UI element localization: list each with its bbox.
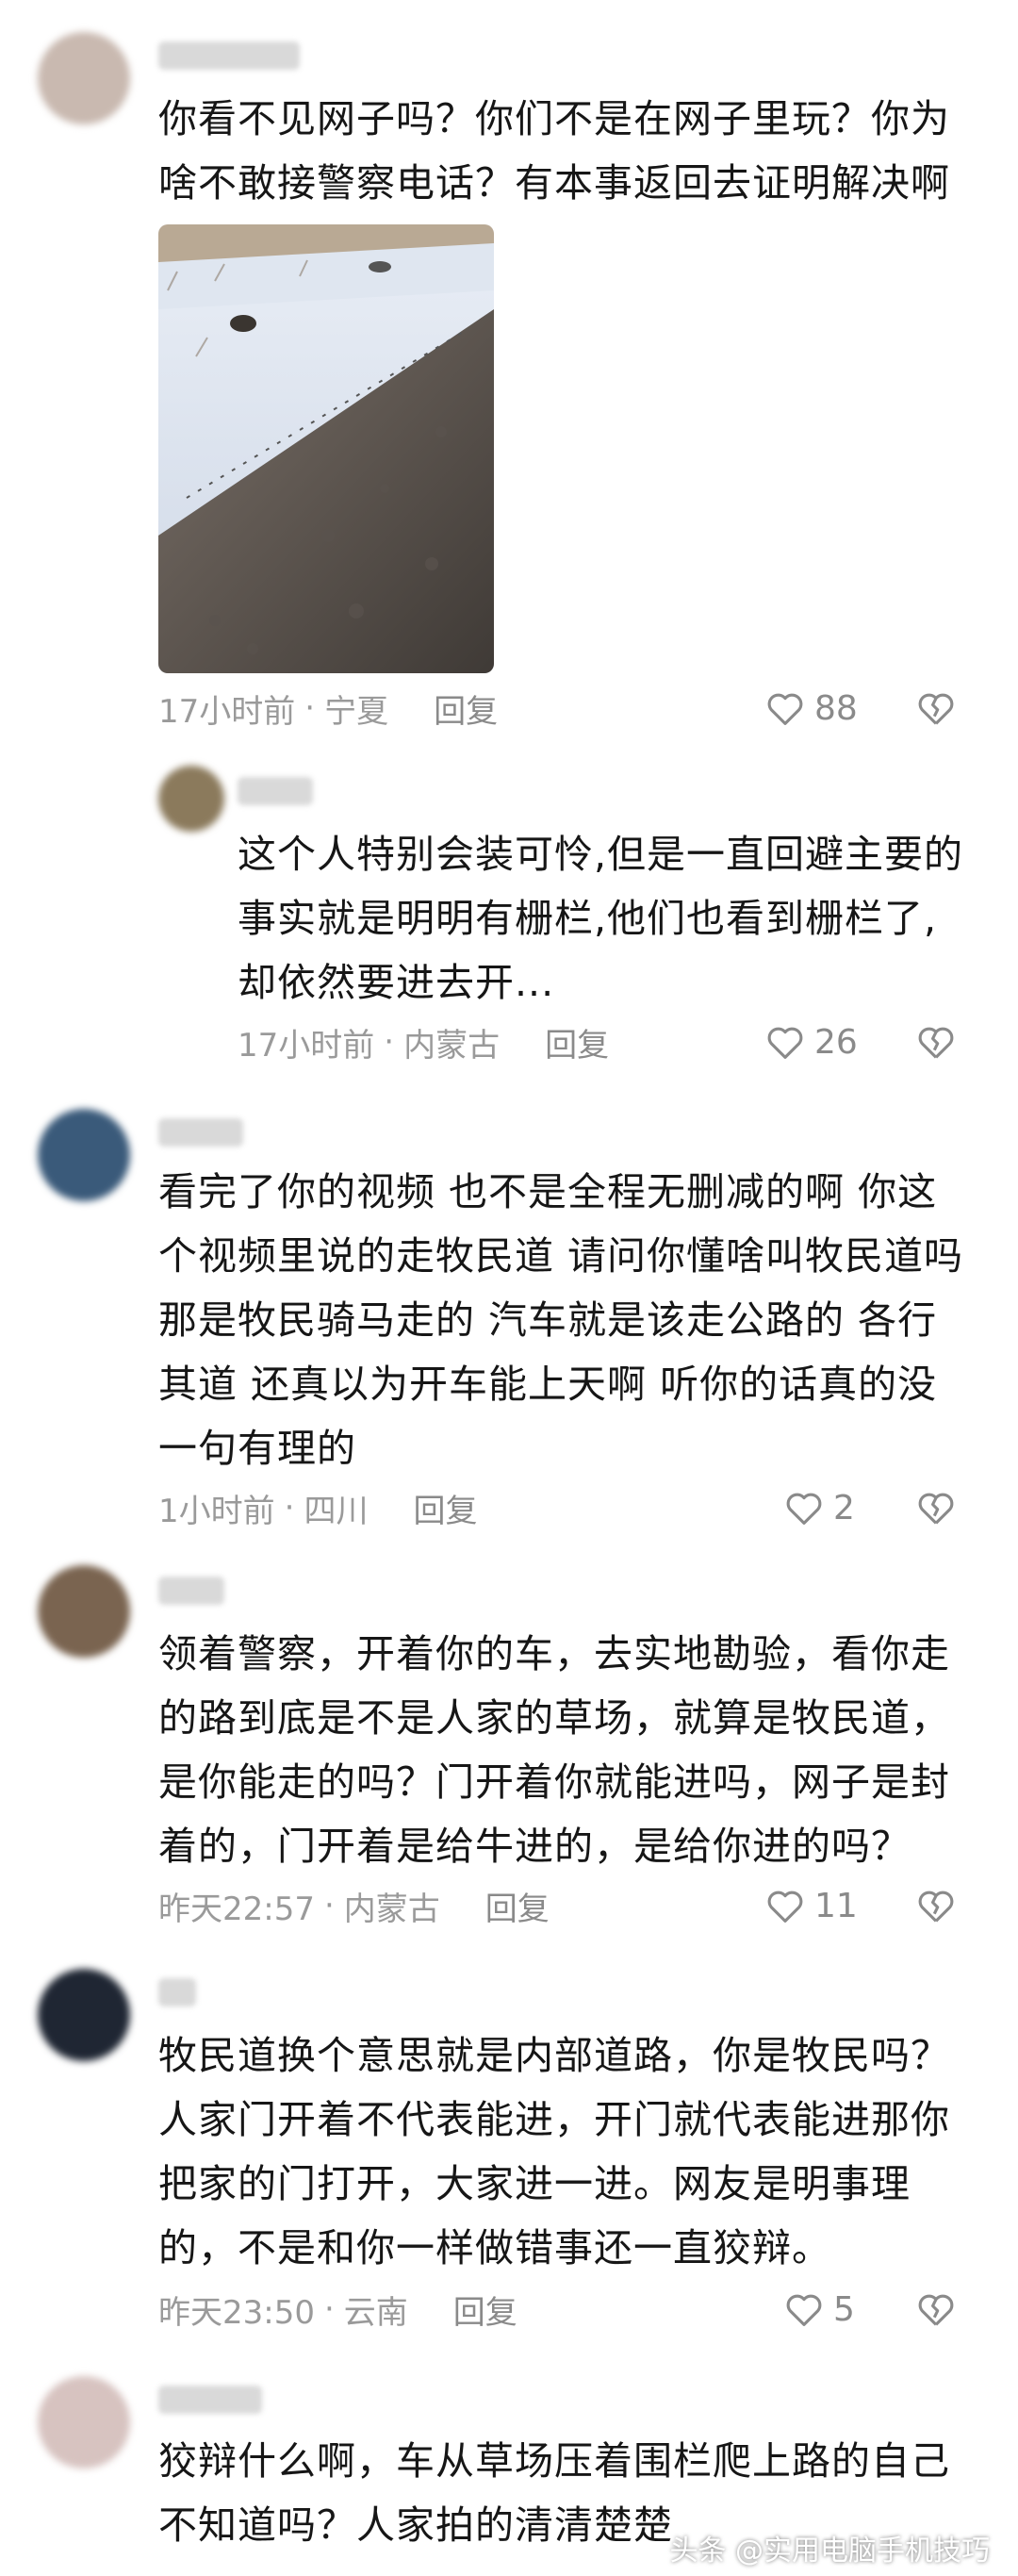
like-count: 2 — [833, 1488, 855, 1527]
reply-button[interactable]: 回复 — [485, 1883, 550, 1929]
reply-button[interactable]: 回复 — [453, 2287, 517, 2333]
like-count: 5 — [833, 2289, 855, 2329]
username-redacted[interactable] — [238, 777, 313, 805]
dislike-button[interactable] — [916, 685, 956, 732]
dislike-button[interactable] — [916, 1018, 956, 1065]
avatar[interactable] — [158, 766, 224, 832]
location: 宁夏 — [324, 692, 389, 731]
comment-text: 看完了你的视频 也不是全程无删减的啊 你这 个视频里说的走牧民道 请问你懂啥叫牧… — [158, 1169, 964, 1471]
avatar[interactable] — [38, 2376, 130, 2469]
timestamp: 17小时前 — [158, 692, 296, 731]
dislike-button[interactable] — [916, 2286, 956, 2333]
heart-icon — [767, 693, 803, 725]
comment-text: 这个人特别会装可怜,但是一直回避主要的 事实就是明明有栅栏,他们也看到栅栏了, … — [238, 832, 964, 1005]
comment-meta: 1小时前 · 四川 回复 — [158, 1484, 477, 1531]
reply-button[interactable]: 回复 — [434, 685, 498, 732]
like-button[interactable]: 11 — [765, 1882, 858, 1929]
username-redacted[interactable] — [158, 1118, 243, 1147]
heart-icon — [767, 1891, 803, 1923]
like-count: 26 — [814, 1022, 858, 1062]
separator: · — [304, 689, 316, 727]
timestamp: 昨天23:50 — [158, 2293, 315, 2332]
avatar[interactable] — [38, 1969, 130, 2061]
dislike-button[interactable] — [916, 1882, 956, 1929]
like-button[interactable]: 2 — [784, 1484, 855, 1531]
heart-icon — [767, 1027, 803, 1059]
heart-icon — [786, 1493, 822, 1525]
username-redacted[interactable] — [158, 1577, 224, 1605]
timestamp: 17小时前 — [238, 1026, 375, 1065]
separator: · — [384, 1023, 395, 1061]
separator: · — [284, 1489, 295, 1527]
separator: · — [323, 2290, 335, 2328]
comment-feed: 你看不见网子吗？你们不是在网子里玩？你为 啥不敢接警察电话？有本事返回去证明解决… — [0, 0, 1018, 2576]
broken-heart-icon — [918, 1891, 954, 1923]
like-count: 88 — [814, 688, 858, 728]
broken-heart-icon — [918, 693, 954, 725]
watermark: 头条 @实用电脑手机技巧 — [669, 2535, 990, 2568]
timestamp: 1小时前 — [158, 1492, 275, 1530]
reply-button[interactable]: 回复 — [413, 1485, 477, 1531]
location: 云南 — [343, 2293, 408, 2332]
broken-heart-icon — [918, 1493, 954, 1525]
like-count: 11 — [814, 1886, 858, 1925]
location: 内蒙古 — [403, 1026, 501, 1065]
timestamp: 昨天22:57 — [158, 1890, 315, 1928]
avatar[interactable] — [38, 1109, 130, 1201]
comment-text: 你看不见网子吗？你们不是在网子里玩？你为 啥不敢接警察电话？有本事返回去证明解决… — [158, 96, 950, 206]
avatar[interactable] — [38, 32, 130, 124]
broken-heart-icon — [918, 1027, 954, 1059]
comment-meta: 17小时前 · 内蒙古 回复 — [238, 1018, 609, 1065]
heart-icon — [786, 2294, 822, 2326]
username-redacted[interactable] — [158, 2386, 262, 2414]
location: 四川 — [304, 1492, 369, 1530]
comment-text: 领着警察，开着你的车，去实地勘验，看你走 的路到底是不是人家的草场，就算是牧民道… — [158, 1631, 950, 1869]
separator: · — [323, 1887, 335, 1924]
like-button[interactable]: 26 — [765, 1018, 858, 1065]
reply-button[interactable]: 回复 — [545, 1019, 609, 1065]
comment-text: 牧民道换个意思就是内部道路，你是牧民吗？ 人家门开着不代表能进，开门就代表能进那… — [158, 2033, 950, 2271]
comment-photo[interactable] — [158, 224, 494, 673]
avatar[interactable] — [38, 1565, 130, 1658]
broken-heart-icon — [918, 2294, 954, 2326]
like-button[interactable]: 5 — [784, 2286, 855, 2333]
comment-meta: 昨天22:57 · 内蒙古 回复 — [158, 1882, 550, 1929]
username-redacted[interactable] — [158, 41, 300, 70]
username-redacted[interactable] — [158, 1978, 196, 2006]
comment-meta: 昨天23:50 · 云南 回复 — [158, 2286, 517, 2333]
comment-meta: 17小时前 · 宁夏 回复 — [158, 685, 498, 732]
dislike-button[interactable] — [916, 1484, 956, 1531]
location: 内蒙古 — [343, 1890, 440, 1928]
like-button[interactable]: 88 — [765, 685, 858, 732]
